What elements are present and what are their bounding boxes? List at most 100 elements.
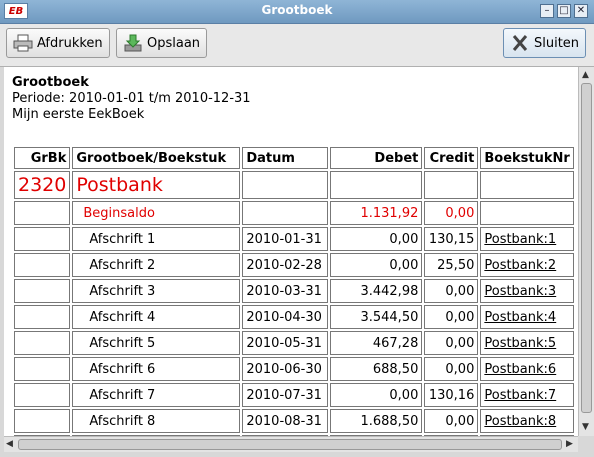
row-boekstuk-link[interactable]: Postbank:1	[484, 232, 556, 247]
row-boekstuk-link[interactable]: Postbank:6	[484, 362, 556, 377]
row-date: 2010-08-31	[242, 409, 329, 433]
close-x-icon	[512, 35, 528, 51]
window-titlebar[interactable]: EB Grootboek – □ ✕	[0, 0, 594, 24]
column-header-credit: Credit	[424, 147, 479, 169]
row-description: Afschrift 6	[72, 357, 241, 381]
column-header-debet: Debet	[330, 147, 423, 169]
row-credit: 130,15	[424, 227, 479, 251]
report-view: Grootboek Periode: 2010-01-01 t/m 2010-1…	[4, 67, 578, 436]
row-description: Afschrift 1	[72, 227, 241, 251]
row-boekstuk-cell: Postbank:4	[480, 305, 574, 329]
close-label: Sluiten	[534, 35, 580, 51]
grbk-cell	[14, 279, 71, 303]
table-row: Afschrift 1 2010-01-31 0,00 130,15 Postbank:…	[14, 227, 574, 251]
opening-debet: 1.131,92	[330, 201, 423, 225]
row-date: 2010-07-31	[242, 383, 329, 407]
row-date: 2010-05-31	[242, 331, 329, 355]
grbk-cell	[14, 253, 71, 277]
row-boekstuk-link[interactable]: Postbank:7	[484, 388, 556, 403]
opening-balance-row: Beginsaldo 1.131,92 0,00	[14, 201, 574, 225]
vertical-scroll-thumb[interactable]	[581, 83, 592, 413]
printer-icon	[13, 34, 33, 52]
table-row: Afschrift 7 2010-07-31 0,00 130,16 Postbank:…	[14, 383, 574, 407]
account-row: 2320 Postbank	[14, 171, 574, 199]
row-boekstuk-cell: Postbank:5	[480, 331, 574, 355]
save-label: Opslaan	[147, 35, 201, 51]
row-debet: 467,28	[330, 331, 423, 355]
opening-label: Beginsaldo	[72, 201, 241, 225]
row-boekstuk-cell: Postbank:3	[480, 279, 574, 303]
row-debet: 3.544,50	[330, 305, 423, 329]
row-description: Afschrift 5	[72, 331, 241, 355]
row-debet: 1.688,50	[330, 409, 423, 433]
row-debet: 3.442,98	[330, 279, 423, 303]
row-credit: 0,00	[424, 305, 479, 329]
row-boekstuk-cell: Postbank:8	[480, 409, 574, 433]
row-credit: 25,50	[424, 253, 479, 277]
horizontal-scrollbar[interactable]: ◀ ▶	[4, 436, 578, 452]
account-name: Postbank	[72, 171, 241, 199]
grbk-cell	[14, 331, 71, 355]
row-debet: 0,00	[330, 383, 423, 407]
row-boekstuk-cell: Postbank:2	[480, 253, 574, 277]
opening-credit: 0,00	[424, 201, 479, 225]
table-row: Afschrift 8 2010-08-31 1.688,50 0,00 Postban…	[14, 409, 574, 433]
window-title: Grootboek	[261, 3, 333, 17]
vertical-scrollbar[interactable]: ▲ ▼	[578, 67, 594, 436]
column-header-grbk: GrBk	[14, 147, 71, 169]
row-date: 2010-06-30	[242, 357, 329, 381]
save-download-icon	[124, 34, 142, 52]
row-date: 2010-01-31	[242, 227, 329, 251]
row-boekstuk-cell: Postbank:1	[480, 227, 574, 251]
scroll-up-icon[interactable]: ▲	[582, 69, 589, 81]
close-window-icon[interactable]: ✕	[574, 4, 588, 18]
report-period: Periode: 2010-01-01 t/m 2010-12-31	[12, 91, 251, 106]
minimize-icon[interactable]: –	[540, 4, 554, 18]
row-description: Afschrift 4	[72, 305, 241, 329]
report-title: Grootboek	[12, 75, 89, 90]
grbk-cell	[14, 357, 71, 381]
toolbar: Afdrukken Opslaan Sluiten	[0, 24, 594, 67]
row-debet: 688,50	[330, 357, 423, 381]
close-button[interactable]: Sluiten	[503, 28, 587, 58]
row-description: Afschrift 2	[72, 253, 241, 277]
maximize-icon[interactable]: □	[557, 4, 571, 18]
row-description: Afschrift 7	[72, 383, 241, 407]
print-button[interactable]: Afdrukken	[6, 28, 110, 58]
grbk-cell	[14, 305, 71, 329]
row-credit: 0,00	[424, 279, 479, 303]
grbk-cell	[14, 383, 71, 407]
row-boekstuk-link[interactable]: Postbank:3	[484, 284, 556, 299]
scroll-left-icon[interactable]: ◀	[6, 438, 13, 450]
row-boekstuk-cell: Postbank:6	[480, 357, 574, 381]
row-credit: 0,00	[424, 331, 479, 355]
row-debet: 0,00	[330, 227, 423, 251]
table-header-row: GrBk Grootboek/Boekstuk Datum Debet Cred…	[14, 147, 574, 169]
table-row: Afschrift 5 2010-05-31 467,28 0,00 Postbank:…	[14, 331, 574, 355]
table-row: Afschrift 6 2010-06-30 688,50 0,00 Postbank:…	[14, 357, 574, 381]
row-description: Afschrift 3	[72, 279, 241, 303]
grbk-cell	[14, 227, 71, 251]
horizontal-scroll-thumb[interactable]	[18, 439, 562, 450]
grbk-cell	[14, 409, 71, 433]
table-row: Afschrift 4 2010-04-30 3.544,50 0,00 Postban…	[14, 305, 574, 329]
print-label: Afdrukken	[37, 35, 103, 51]
report-company: Mijn eerste EekBoek	[12, 107, 145, 122]
row-boekstuk-link[interactable]: Postbank:4	[484, 310, 556, 325]
row-date: 2010-03-31	[242, 279, 329, 303]
row-description: Afschrift 8	[72, 409, 241, 433]
scroll-down-icon[interactable]: ▼	[582, 421, 589, 433]
row-credit: 130,16	[424, 383, 479, 407]
row-debet: 0,00	[330, 253, 423, 277]
scroll-right-icon[interactable]: ▶	[566, 438, 573, 450]
column-header-grootboek: Grootboek/Boekstuk	[72, 147, 241, 169]
row-date: 2010-04-30	[242, 305, 329, 329]
row-boekstuk-link[interactable]: Postbank:5	[484, 336, 556, 351]
row-boekstuk-link[interactable]: Postbank:2	[484, 258, 556, 273]
table-row: Afschrift 3 2010-03-31 3.442,98 0,00 Postban…	[14, 279, 574, 303]
row-boekstuk-cell: Postbank:7	[480, 383, 574, 407]
row-boekstuk-link[interactable]: Postbank:8	[484, 414, 556, 429]
row-credit: 0,00	[424, 409, 479, 433]
save-button[interactable]: Opslaan	[116, 28, 208, 58]
row-date: 2010-02-28	[242, 253, 329, 277]
